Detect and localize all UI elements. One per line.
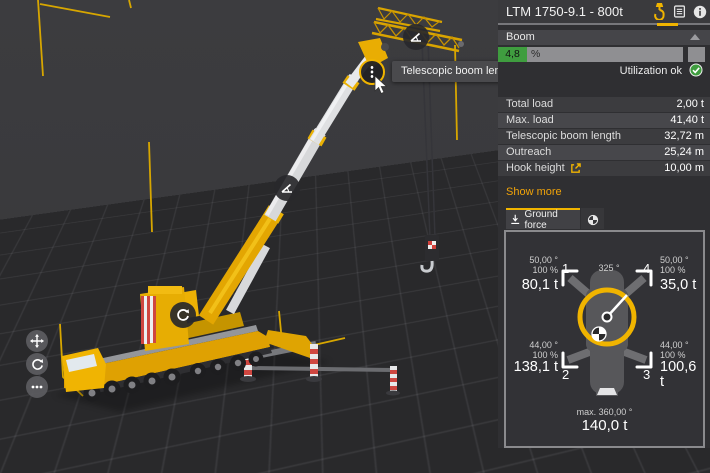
report-icon[interactable]: [673, 5, 686, 18]
boom-label: Boom: [498, 30, 710, 45]
outrigger-3-angle: 44,00 °: [660, 341, 689, 350]
utilization-status: Utilization ok: [498, 64, 682, 79]
table-row: Max. load 41,40 t: [498, 113, 710, 128]
outrigger-2-angle: 44,00 °: [508, 341, 558, 350]
boom-angle-button[interactable]: [274, 175, 300, 201]
outrigger-3-number: 3: [643, 368, 650, 381]
angle-icon: [409, 30, 423, 44]
crane-data-panel: LTM 1750-9.1 - 800t Boom: [498, 0, 710, 448]
panel-header: LTM 1750-9.1 - 800t: [498, 0, 710, 23]
outrigger-3-load: 100,6 t: [660, 360, 703, 390]
pan-icon: [30, 334, 44, 348]
max-total-load: 140,0 t: [506, 418, 703, 433]
boom-slider[interactable]: 4,8 %: [498, 47, 710, 62]
ground-force-diagram: 50,00 ° 100 % 80,1 t 1 325 ° 4 50,00 ° 1…: [504, 230, 705, 448]
rotate-view-icon: [31, 358, 44, 371]
row-label: Max. load: [506, 113, 554, 128]
center-of-gravity-icon: [587, 214, 599, 226]
outrigger-4-percent: 100 %: [660, 266, 686, 275]
row-value: 25,24 m: [664, 145, 704, 160]
hook-block[interactable]: [422, 235, 439, 271]
driver-cab: [62, 348, 106, 392]
crane-planner-app: Telescopic boom length LTM 1750-9.1 - 80…: [0, 0, 710, 473]
slew-angle-value: 325 °: [579, 264, 639, 273]
row-value: 41,40 t: [670, 113, 704, 128]
angle-icon: [280, 181, 294, 195]
ground-force-icon: [510, 214, 520, 225]
edit-icon[interactable]: [570, 163, 581, 174]
active-tab-underline: [657, 23, 678, 26]
slew-rotate-button[interactable]: [170, 302, 196, 328]
boom-unit: %: [531, 47, 540, 62]
more-options-button[interactable]: [26, 376, 48, 398]
outrigger-1-angle: 50,00 °: [508, 256, 558, 265]
outrigger-2-number: 2: [562, 368, 569, 381]
crane-model-title: LTM 1750-9.1 - 800t: [506, 0, 623, 23]
outrigger-4-number: 4: [643, 262, 650, 275]
mouse-cursor: [374, 76, 389, 96]
boom-value-chip: 4,8: [498, 47, 527, 62]
outrigger-2-load: 138,1 t: [508, 360, 558, 375]
slider-end-segment[interactable]: [688, 47, 705, 62]
table-row: Hook height 10,00 m: [498, 161, 710, 176]
outrigger-1-number: 1: [562, 262, 569, 275]
pan-view-button[interactable]: [26, 330, 48, 352]
boom-slider-header[interactable]: Boom: [498, 30, 710, 45]
tab-center-of-gravity[interactable]: [581, 208, 604, 229]
outrigger-4-angle: 50,00 °: [660, 256, 689, 265]
rotate-icon: [176, 308, 190, 322]
collapse-triangle-icon[interactable]: [690, 34, 700, 40]
row-label: Total load: [506, 97, 553, 112]
info-icon[interactable]: [693, 5, 707, 19]
row-value: 10,00 m: [664, 161, 704, 176]
row-value: 2,00 t: [676, 97, 704, 112]
show-more-link[interactable]: Show more: [506, 186, 562, 198]
jib-angle-button[interactable]: [403, 24, 429, 50]
hook-load-icon[interactable]: [653, 3, 666, 20]
outrigger-1-percent: 100 %: [508, 266, 558, 275]
load-data-table: Total load 2,00 t Max. load 41,40 t Tele…: [498, 97, 710, 177]
table-row: Total load 2,00 t: [498, 97, 710, 112]
max-slew-label: max. 360,00 °: [506, 408, 703, 417]
header-divider: [498, 23, 710, 25]
row-label: Hook height: [506, 161, 565, 176]
outrigger-4-load: 35,0 t: [660, 278, 696, 293]
row-label: Outreach: [506, 145, 551, 160]
center-of-gravity-marker: [592, 327, 606, 341]
check-circle-icon: [689, 63, 703, 77]
table-row: Telescopic boom length 32,72 m: [498, 129, 710, 144]
tab-label: Ground force: [524, 209, 580, 231]
outrigger-1-load: 80,1 t: [508, 278, 558, 293]
more-icon: [30, 380, 44, 394]
table-row: Outreach 25,24 m: [498, 145, 710, 160]
bottom-tabs: Ground force: [506, 208, 604, 229]
rotate-view-button[interactable]: [26, 353, 48, 375]
tab-ground-force[interactable]: Ground force: [506, 208, 580, 229]
carrier-cab-marker: [597, 388, 617, 395]
row-value: 32,72 m: [664, 129, 704, 144]
row-label: Telescopic boom length: [506, 129, 621, 144]
